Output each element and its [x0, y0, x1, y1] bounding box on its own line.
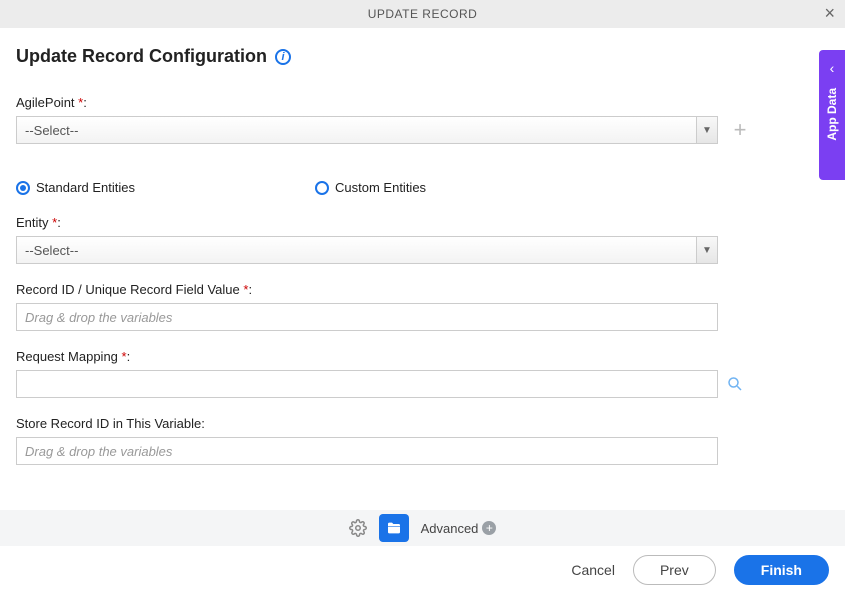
radio-custom-entities[interactable]: Custom Entities: [315, 180, 426, 195]
radio-unchecked-icon: [315, 181, 329, 195]
prev-button[interactable]: Prev: [633, 555, 716, 585]
modal-title: UPDATE RECORD: [368, 7, 478, 21]
add-agilepoint-icon[interactable]: +: [730, 120, 750, 140]
finish-button[interactable]: Finish: [734, 555, 829, 585]
advanced-bar: Advanced +: [0, 510, 845, 546]
plus-circle-icon: +: [482, 521, 496, 535]
page-title-text: Update Record Configuration: [16, 46, 267, 67]
request-mapping-input[interactable]: [16, 370, 718, 398]
info-icon[interactable]: i: [275, 49, 291, 65]
agilepoint-select-caret[interactable]: ▼: [696, 116, 718, 144]
record-id-input[interactable]: Drag & drop the variables: [16, 303, 718, 331]
advanced-toggle[interactable]: Advanced +: [421, 521, 497, 536]
page-title: Update Record Configuration i: [16, 46, 829, 67]
store-var-input[interactable]: Drag & drop the variables: [16, 437, 718, 465]
modal-header: UPDATE RECORD ×: [0, 0, 845, 28]
record-id-label: Record ID / Unique Record Field Value *:: [16, 282, 829, 297]
radio-checked-icon: [16, 181, 30, 195]
radio-standard-entities[interactable]: Standard Entities: [16, 180, 135, 195]
footer-bar: Cancel Prev Finish: [0, 546, 845, 594]
advanced-label: Advanced: [421, 521, 479, 536]
agilepoint-select[interactable]: --Select--: [16, 116, 696, 144]
search-icon[interactable]: [726, 375, 744, 393]
cancel-button[interactable]: Cancel: [571, 562, 615, 578]
app-data-label: App Data: [825, 88, 839, 141]
close-icon[interactable]: ×: [824, 4, 835, 22]
folder-refresh-button[interactable]: [379, 514, 409, 542]
gear-icon[interactable]: [349, 519, 367, 537]
app-data-panel-tab[interactable]: ‹ App Data: [819, 50, 845, 180]
entity-select-caret[interactable]: ▼: [696, 236, 718, 264]
store-var-label: Store Record ID in This Variable:: [16, 416, 829, 431]
request-mapping-label: Request Mapping *:: [16, 349, 829, 364]
radio-standard-label: Standard Entities: [36, 180, 135, 195]
entity-label: Entity *:: [16, 215, 829, 230]
chevron-left-icon: ‹: [830, 60, 835, 76]
agilepoint-label: AgilePoint *:: [16, 95, 829, 110]
content-area: Update Record Configuration i AgilePoint…: [0, 28, 845, 465]
entity-select[interactable]: --Select--: [16, 236, 696, 264]
radio-custom-label: Custom Entities: [335, 180, 426, 195]
